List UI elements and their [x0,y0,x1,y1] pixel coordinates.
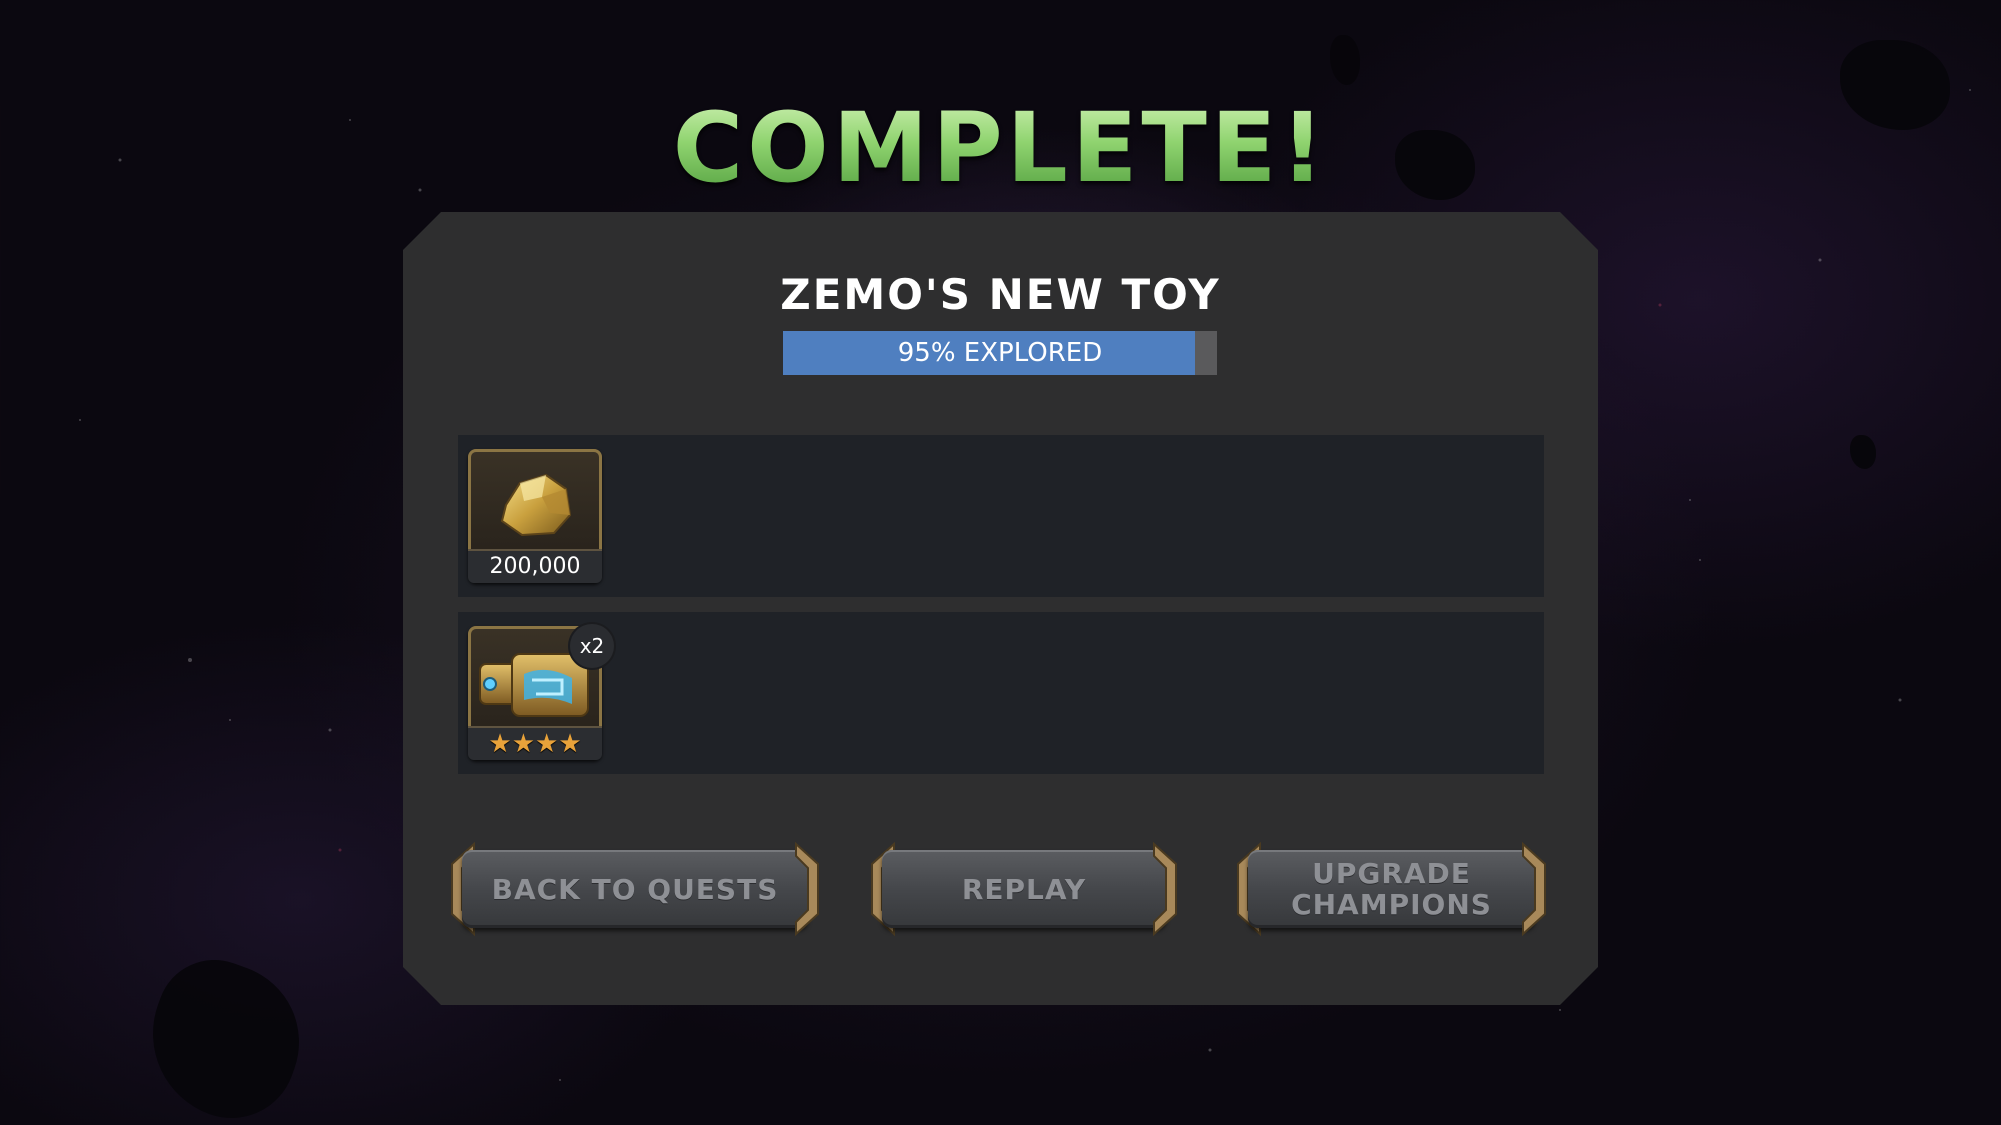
star-icon: ★ [535,729,559,759]
back-to-quests-button[interactable]: BACK TO QUESTS [448,840,822,938]
results-panel: ZEMO'S NEW TOY 95% EXPLORED 200,000 x2 ★… [403,212,1598,1005]
replay-button[interactable]: REPLAY [868,840,1180,938]
bracket-ornament-icon [1152,840,1180,938]
upgrade-champions-button[interactable]: UPGRADE CHAMPIONS [1234,840,1549,938]
upgrade-champions-label: UPGRADE CHAMPIONS [1248,850,1535,928]
reward-row: 200,000 [458,435,1544,597]
asteroid [1850,435,1876,469]
quest-name: ZEMO'S NEW TOY [780,270,1221,319]
reward-row: x2 ★★★★ [458,612,1544,774]
reward-card-gold[interactable]: 200,000 [468,449,602,583]
gold-nugget-icon [476,457,594,547]
completion-title: COMPLETE! [0,92,2001,204]
star-icon: ★ [488,729,512,759]
star-icon: ★ [511,729,535,759]
exploration-progress-bar: 95% EXPLORED [783,331,1217,375]
bracket-ornament-icon [794,840,822,938]
replay-label: REPLAY [882,850,1166,928]
star-icon: ★ [558,729,582,759]
reward-amount: 200,000 [468,549,602,583]
reward-card-crate[interactable]: x2 ★★★★ [468,626,602,760]
back-to-quests-label: BACK TO QUESTS [462,850,808,928]
reward-star-rating: ★★★★ [468,726,602,760]
bracket-ornament-icon [1521,840,1549,938]
reward-quantity-badge: x2 [570,624,614,668]
exploration-progress-label: 95% EXPLORED [897,338,1103,368]
